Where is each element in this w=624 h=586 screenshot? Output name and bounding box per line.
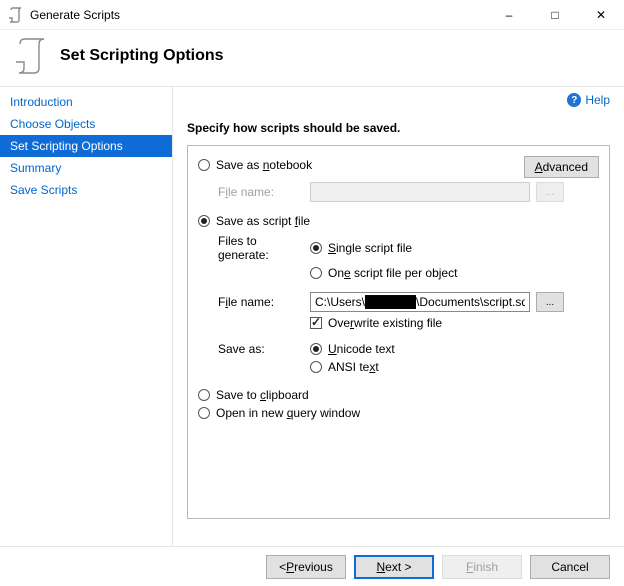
- radio-icon: [310, 267, 322, 279]
- script-filename-row: File name: ...: [198, 292, 599, 312]
- finish-button: Finish: [442, 555, 522, 579]
- notebook-filename-input: [310, 182, 530, 202]
- notebook-filename-label: File name:: [218, 185, 310, 199]
- wizard-nav: Introduction Choose Objects Set Scriptin…: [0, 87, 173, 546]
- checkbox-icon: [310, 317, 322, 329]
- save-as-script-option[interactable]: Save as script file: [198, 214, 599, 228]
- help-icon: ?: [567, 93, 581, 107]
- page-heading: Set Scripting Options: [60, 47, 224, 65]
- notebook-filename-row: File name: ...: [198, 182, 599, 202]
- nav-save-scripts[interactable]: Save Scripts: [0, 179, 172, 201]
- minimize-button[interactable]: –: [486, 0, 532, 30]
- radio-icon: [310, 343, 322, 355]
- ansi-label: ANSI text: [328, 360, 379, 374]
- radio-icon: [198, 159, 210, 171]
- unicode-label[interactable]: Unicode text: [328, 342, 395, 356]
- previous-button[interactable]: < Previous: [266, 555, 346, 579]
- save-as-label: Save as:: [218, 342, 310, 356]
- save-as-row: Save as: Unicode text: [198, 342, 599, 356]
- window-controls: – □ ✕: [486, 0, 624, 29]
- titlebar: Generate Scripts – □ ✕: [0, 0, 624, 30]
- radio-icon: [198, 215, 210, 227]
- per-object-row[interactable]: One script file per object: [198, 266, 599, 280]
- help-link[interactable]: ? Help: [567, 93, 610, 107]
- nav-introduction[interactable]: Introduction: [0, 91, 172, 113]
- help-label: Help: [585, 93, 610, 107]
- page-header: Set Scripting Options: [0, 30, 624, 86]
- single-script-label[interactable]: Single script file: [328, 241, 412, 255]
- per-object-label: One script file per object: [328, 266, 457, 280]
- section-title: Specify how scripts should be saved.: [187, 121, 610, 135]
- close-button[interactable]: ✕: [578, 0, 624, 30]
- maximize-button[interactable]: □: [532, 0, 578, 30]
- wizard-body: Introduction Choose Objects Set Scriptin…: [0, 87, 624, 546]
- nav-summary[interactable]: Summary: [0, 157, 172, 179]
- new-query-label: Open in new query window: [216, 406, 360, 420]
- script-browse-button[interactable]: ...: [536, 292, 564, 312]
- script-filename-input[interactable]: [310, 292, 530, 312]
- nav-choose-objects[interactable]: Choose Objects: [0, 113, 172, 135]
- app-icon: [8, 7, 24, 23]
- cancel-button[interactable]: Cancel: [530, 555, 610, 579]
- wizard-footer: < Previous Next > Finish Cancel: [0, 546, 624, 586]
- script-filename-label: File name:: [218, 295, 310, 309]
- radio-icon: [310, 242, 322, 254]
- save-to-clipboard-option[interactable]: Save to clipboard: [198, 388, 599, 402]
- ansi-row[interactable]: ANSI text: [198, 360, 599, 374]
- overwrite-label: Overwrite existing file: [328, 316, 442, 330]
- open-new-query-option[interactable]: Open in new query window: [198, 406, 599, 420]
- advanced-button[interactable]: Advanced: [524, 156, 599, 178]
- radio-icon: [198, 407, 210, 419]
- wizard-content: ? Help Specify how scripts should be sav…: [173, 87, 624, 546]
- radio-icon: [198, 389, 210, 401]
- files-to-generate-row: Files to generate: Single script file: [198, 234, 599, 262]
- next-button[interactable]: Next >: [354, 555, 434, 579]
- overwrite-row[interactable]: Overwrite existing file: [198, 316, 599, 330]
- window-title: Generate Scripts: [30, 8, 486, 22]
- save-as-script-label: Save as script file: [216, 214, 310, 228]
- scroll-icon: [14, 36, 50, 76]
- options-panel: Advanced Save as notebook File name: ...…: [187, 145, 610, 519]
- nav-set-scripting-options[interactable]: Set Scripting Options: [0, 135, 172, 157]
- notebook-browse-button: ...: [536, 182, 564, 202]
- radio-icon: [310, 361, 322, 373]
- save-as-notebook-label: Save as notebook: [216, 158, 312, 172]
- clipboard-label: Save to clipboard: [216, 388, 309, 402]
- files-to-generate-label: Files to generate:: [218, 234, 310, 262]
